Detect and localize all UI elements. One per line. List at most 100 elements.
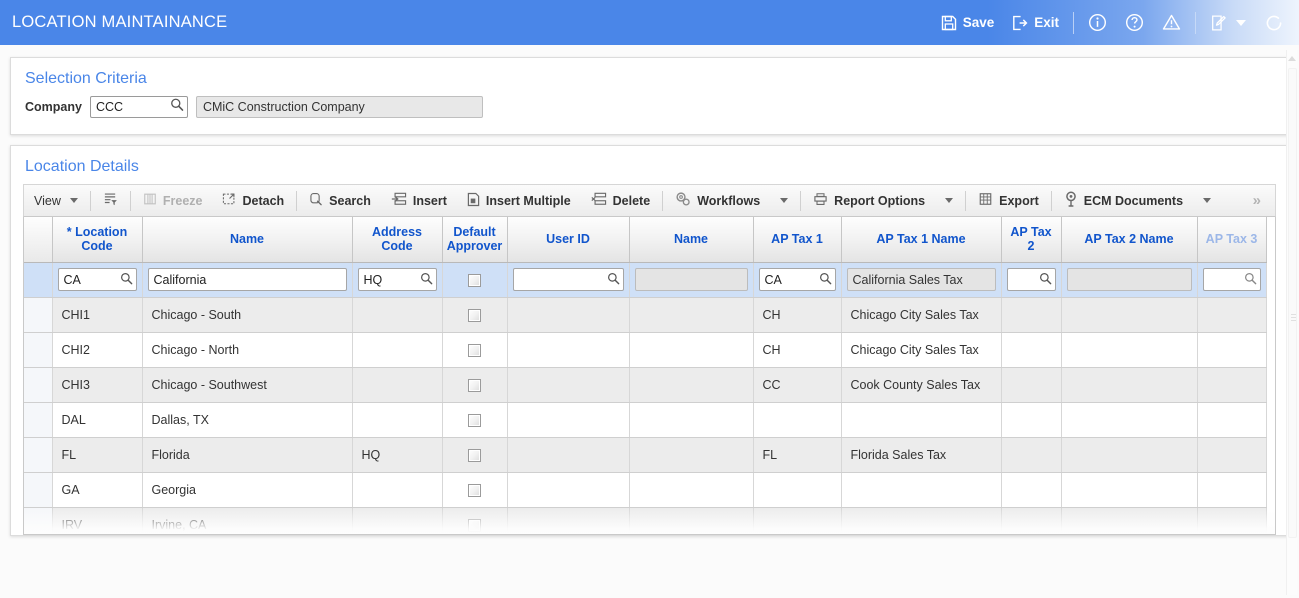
table-row[interactable]: CHI1 Chicago - South CH Chicago City Sales … bbox=[24, 297, 1267, 333]
cell-location-code[interactable]: CHI3 bbox=[52, 367, 143, 403]
location-code-input[interactable] bbox=[57, 268, 137, 291]
cell-user-name[interactable] bbox=[629, 402, 754, 438]
cell-address-code[interactable] bbox=[352, 332, 443, 368]
cell-address-code[interactable] bbox=[352, 472, 443, 508]
cell-ap-tax-2-name[interactable] bbox=[1061, 507, 1198, 534]
cell-ap-tax-2[interactable] bbox=[1001, 402, 1062, 438]
cell-name[interactable]: Florida bbox=[142, 437, 353, 473]
table-row-active[interactable] bbox=[24, 262, 1267, 298]
cell-ap-tax-2[interactable] bbox=[1001, 472, 1062, 508]
cell-name[interactable]: Chicago - North bbox=[142, 332, 353, 368]
row-selector[interactable] bbox=[24, 262, 53, 298]
address-code-lov[interactable] bbox=[357, 268, 437, 291]
cell-address-code[interactable] bbox=[352, 507, 443, 534]
cell-ap-tax-1-name[interactable] bbox=[841, 402, 1002, 438]
cell-ap-tax-1-name[interactable]: Chicago City Sales Tax bbox=[841, 332, 1002, 368]
page-vertical-scrollbar[interactable] bbox=[1286, 50, 1297, 595]
cell-user-id[interactable] bbox=[507, 437, 630, 473]
cell-default-approver[interactable] bbox=[442, 262, 508, 298]
cell-address-code[interactable]: HQ bbox=[352, 437, 443, 473]
user-id-lov[interactable] bbox=[512, 268, 624, 291]
cell-name[interactable]: Georgia bbox=[142, 472, 353, 508]
scrollbar-thumb[interactable] bbox=[1288, 68, 1297, 538]
address-code-input[interactable] bbox=[357, 268, 437, 291]
notes-button[interactable] bbox=[1201, 0, 1255, 45]
cell-ap-tax-2-name[interactable] bbox=[1061, 367, 1198, 403]
row-selector[interactable] bbox=[24, 437, 53, 473]
warning-button[interactable] bbox=[1153, 0, 1190, 45]
row-selector[interactable] bbox=[24, 507, 53, 534]
search-button[interactable]: Search bbox=[299, 185, 381, 216]
cell-ap-tax-2[interactable] bbox=[1001, 297, 1062, 333]
report-options-button[interactable]: Report Options bbox=[803, 185, 935, 216]
column-header-ap-tax-3[interactable]: AP Tax 3 bbox=[1197, 217, 1267, 263]
cell-user-id[interactable] bbox=[507, 262, 630, 298]
cell-user-name[interactable] bbox=[629, 367, 754, 403]
cell-ap-tax-3[interactable] bbox=[1197, 437, 1267, 473]
row-selector[interactable] bbox=[24, 332, 53, 368]
cell-ap-tax-3[interactable] bbox=[1197, 472, 1267, 508]
cell-location-code[interactable]: CHI1 bbox=[52, 297, 143, 333]
cell-ap-tax-2[interactable] bbox=[1001, 262, 1062, 298]
cell-default-approver[interactable] bbox=[442, 507, 508, 534]
cell-user-id[interactable] bbox=[507, 402, 630, 438]
table-row[interactable]: GA Georgia bbox=[24, 472, 1267, 508]
ap-tax-2-lov[interactable] bbox=[1006, 268, 1056, 291]
toolbar-overflow-button[interactable]: » bbox=[1239, 192, 1275, 209]
cell-ap-tax-2-name[interactable] bbox=[1061, 472, 1198, 508]
column-header-ap-tax-2-name[interactable]: AP Tax 2 Name bbox=[1061, 217, 1198, 263]
column-header-ap-tax-1[interactable]: AP Tax 1 bbox=[753, 217, 842, 263]
grid-vertical-scrollbar[interactable] bbox=[1276, 50, 1285, 595]
cell-address-code[interactable] bbox=[352, 402, 443, 438]
default-approver-checkbox[interactable] bbox=[468, 413, 481, 427]
cell-user-id[interactable] bbox=[507, 472, 630, 508]
column-header-name[interactable]: Name bbox=[142, 217, 353, 263]
row-selector[interactable] bbox=[24, 402, 53, 438]
cell-ap-tax-2[interactable] bbox=[1001, 367, 1062, 403]
cell-location-code[interactable]: FL bbox=[52, 437, 143, 473]
cell-ap-tax-1[interactable]: CC bbox=[753, 367, 842, 403]
row-selector[interactable] bbox=[24, 367, 53, 403]
cell-name[interactable]: Chicago - South bbox=[142, 297, 353, 333]
save-button[interactable]: Save bbox=[932, 0, 1004, 45]
cell-user-name[interactable] bbox=[629, 507, 754, 534]
workflows-dropdown[interactable] bbox=[770, 185, 798, 216]
ap-tax-3-input[interactable] bbox=[1202, 268, 1261, 291]
delete-button[interactable]: Delete bbox=[581, 185, 661, 216]
cell-user-id[interactable] bbox=[507, 367, 630, 403]
row-selector[interactable] bbox=[24, 472, 53, 508]
cell-default-approver[interactable] bbox=[442, 402, 508, 438]
cell-ap-tax-1[interactable] bbox=[753, 507, 842, 534]
cell-user-id[interactable] bbox=[507, 332, 630, 368]
scroll-up-arrow-icon[interactable] bbox=[1288, 56, 1296, 61]
cell-default-approver[interactable] bbox=[442, 367, 508, 403]
location-code-lov[interactable] bbox=[57, 268, 137, 291]
cell-ap-tax-2-name[interactable] bbox=[1061, 402, 1198, 438]
insert-multiple-button[interactable]: Insert Multiple bbox=[457, 185, 581, 216]
cell-ap-tax-1-name[interactable]: Chicago City Sales Tax bbox=[841, 297, 1002, 333]
cell-name[interactable]: Dallas, TX bbox=[142, 402, 353, 438]
ap-tax-3-lov[interactable] bbox=[1202, 268, 1261, 291]
location-grid[interactable]: * Location Code Name Address Code Defaul… bbox=[23, 217, 1276, 535]
cell-user-id[interactable] bbox=[507, 297, 630, 333]
exit-button[interactable]: Exit bbox=[1003, 0, 1068, 45]
chevron-down-icon[interactable] bbox=[69, 198, 78, 203]
cell-name[interactable]: Chicago - Southwest bbox=[142, 367, 353, 403]
cell-ap-tax-3[interactable] bbox=[1197, 332, 1267, 368]
cell-ap-tax-3[interactable] bbox=[1197, 507, 1267, 534]
report-options-dropdown[interactable] bbox=[935, 185, 963, 216]
column-header-ap-tax-2[interactable]: AP Tax 2 bbox=[1001, 217, 1062, 263]
cell-default-approver[interactable] bbox=[442, 297, 508, 333]
cell-ap-tax-1[interactable] bbox=[753, 262, 842, 298]
cell-ap-tax-2[interactable] bbox=[1001, 332, 1062, 368]
column-header-user-id[interactable]: User ID bbox=[507, 217, 630, 263]
cell-default-approver[interactable] bbox=[442, 437, 508, 473]
cell-ap-tax-1-name[interactable]: Florida Sales Tax bbox=[841, 437, 1002, 473]
cell-user-name[interactable] bbox=[629, 332, 754, 368]
column-header-ap-tax-1-name[interactable]: AP Tax 1 Name bbox=[841, 217, 1002, 263]
default-approver-checkbox[interactable] bbox=[468, 378, 481, 392]
user-id-input[interactable] bbox=[512, 268, 624, 291]
cell-location-code[interactable]: DAL bbox=[52, 402, 143, 438]
cell-default-approver[interactable] bbox=[442, 332, 508, 368]
cell-address-code[interactable] bbox=[352, 367, 443, 403]
